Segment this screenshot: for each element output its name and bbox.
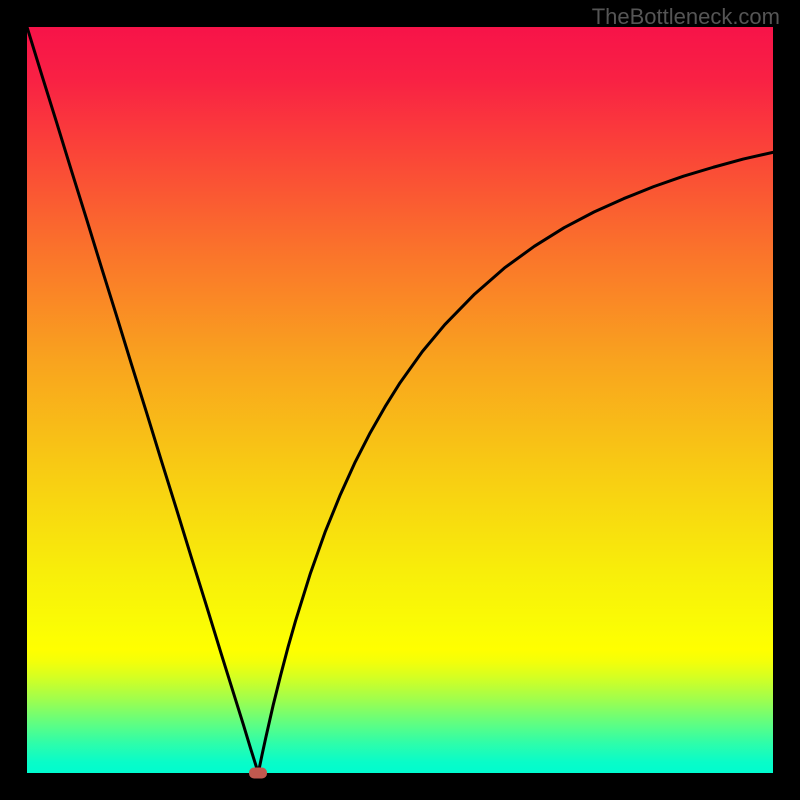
watermark-text: TheBottleneck.com [592,4,780,30]
chart-plot-area [27,27,773,773]
chart-curve [27,27,773,773]
minimum-marker [249,768,267,779]
